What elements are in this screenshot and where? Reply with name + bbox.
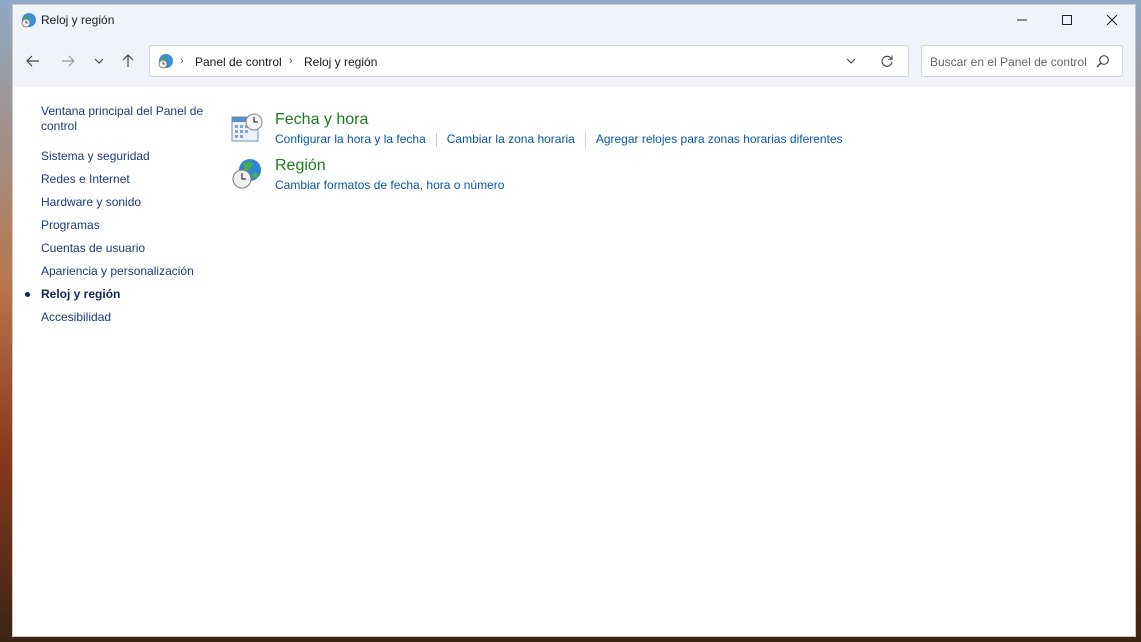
globe-clock-icon[interactable] bbox=[231, 158, 263, 190]
nav-link[interactable]: Hardware y sonido bbox=[41, 195, 216, 210]
chevron-down-icon[interactable] bbox=[846, 55, 856, 67]
nav-item-apariencia: Apariencia y personalización bbox=[41, 264, 216, 287]
nav-item-accesibilidad: Accesibilidad bbox=[41, 310, 216, 333]
category-links: Cambiar formatos de fecha, hora o número bbox=[275, 178, 504, 192]
globe-clock-icon bbox=[21, 13, 36, 28]
title-bar: Reloj y región bbox=[13, 5, 1135, 35]
chevron-right-icon[interactable]: › bbox=[289, 55, 293, 67]
minimize-button[interactable] bbox=[999, 5, 1045, 35]
nav-link[interactable]: Redes e Internet bbox=[41, 172, 216, 187]
up-button[interactable] bbox=[116, 49, 140, 73]
link-cambiar-formatos[interactable]: Cambiar formatos de fecha, hora o número bbox=[275, 178, 504, 192]
link-cambiar-zona-horaria[interactable]: Cambiar la zona horaria bbox=[447, 132, 575, 146]
link-divider bbox=[584, 132, 586, 147]
category-links: Configurar la hora y la fecha Cambiar la … bbox=[275, 132, 843, 147]
search-input[interactable] bbox=[928, 52, 1096, 72]
search-icon[interactable] bbox=[1096, 54, 1110, 68]
category-title-fecha-y-hora[interactable]: Fecha y hora bbox=[275, 111, 368, 129]
navigation-toolbar: › Panel de control › Reloj y región bbox=[13, 35, 1135, 87]
nav-item-redes-e-internet: Redes e Internet bbox=[41, 172, 216, 195]
address-bar[interactable]: › Panel de control › Reloj y región bbox=[149, 45, 909, 77]
close-icon bbox=[1107, 15, 1117, 25]
nav-item-hardware-y-sonido: Hardware y sonido bbox=[41, 195, 216, 218]
maximize-icon bbox=[1062, 15, 1072, 25]
maximize-button[interactable] bbox=[1044, 5, 1090, 35]
chevron-down-icon bbox=[94, 58, 104, 64]
nav-link[interactable]: Sistema y seguridad bbox=[41, 149, 216, 164]
breadcrumb-panel-de-control[interactable]: Panel de control bbox=[195, 55, 282, 69]
nav-link[interactable]: Cuentas de usuario bbox=[41, 241, 216, 256]
back-button[interactable] bbox=[21, 49, 45, 73]
forward-button[interactable] bbox=[56, 49, 80, 73]
nav-item-programas: Programas bbox=[41, 218, 216, 241]
chevron-right-icon[interactable]: › bbox=[180, 55, 184, 67]
nav-item-cuentas-de-usuario: Cuentas de usuario bbox=[41, 241, 216, 264]
link-divider bbox=[435, 132, 437, 147]
refresh-icon[interactable] bbox=[880, 54, 894, 68]
breadcrumb-reloj-y-region[interactable]: Reloj y región bbox=[304, 55, 377, 69]
link-agregar-relojes[interactable]: Agregar relojes para zonas horarias dife… bbox=[596, 132, 843, 146]
arrow-up-icon bbox=[122, 54, 134, 67]
recent-locations-button[interactable] bbox=[87, 49, 111, 73]
left-navigation: Ventana principal del Panel de control S… bbox=[25, 104, 216, 333]
nav-item-sistema-y-seguridad: Sistema y seguridad bbox=[41, 149, 216, 172]
window-title: Reloj y región bbox=[41, 13, 115, 27]
nav-link[interactable]: Accesibilidad bbox=[41, 310, 216, 325]
arrow-left-icon bbox=[26, 55, 39, 67]
nav-link[interactable]: Apariencia y personalización bbox=[41, 264, 216, 279]
nav-link[interactable]: Programas bbox=[41, 218, 216, 233]
minimize-icon bbox=[1017, 19, 1027, 21]
arrow-right-icon bbox=[62, 55, 75, 67]
calendar-clock-icon[interactable] bbox=[231, 112, 263, 144]
search-box[interactable] bbox=[921, 45, 1123, 77]
control-panel-window: Reloj y región › Panel de control › Relo… bbox=[12, 4, 1136, 637]
link-configurar-hora-fecha[interactable]: Configurar la hora y la fecha bbox=[275, 132, 426, 146]
nav-link-active[interactable]: Reloj y región bbox=[41, 287, 216, 302]
category-title-region[interactable]: Región bbox=[275, 157, 326, 175]
nav-item-reloj-y-region: Reloj y región bbox=[25, 287, 216, 310]
globe-clock-icon bbox=[158, 54, 173, 69]
nav-home-link[interactable]: Ventana principal del Panel de control bbox=[41, 104, 216, 134]
active-bullet-icon bbox=[25, 292, 30, 297]
close-button[interactable] bbox=[1089, 5, 1135, 35]
